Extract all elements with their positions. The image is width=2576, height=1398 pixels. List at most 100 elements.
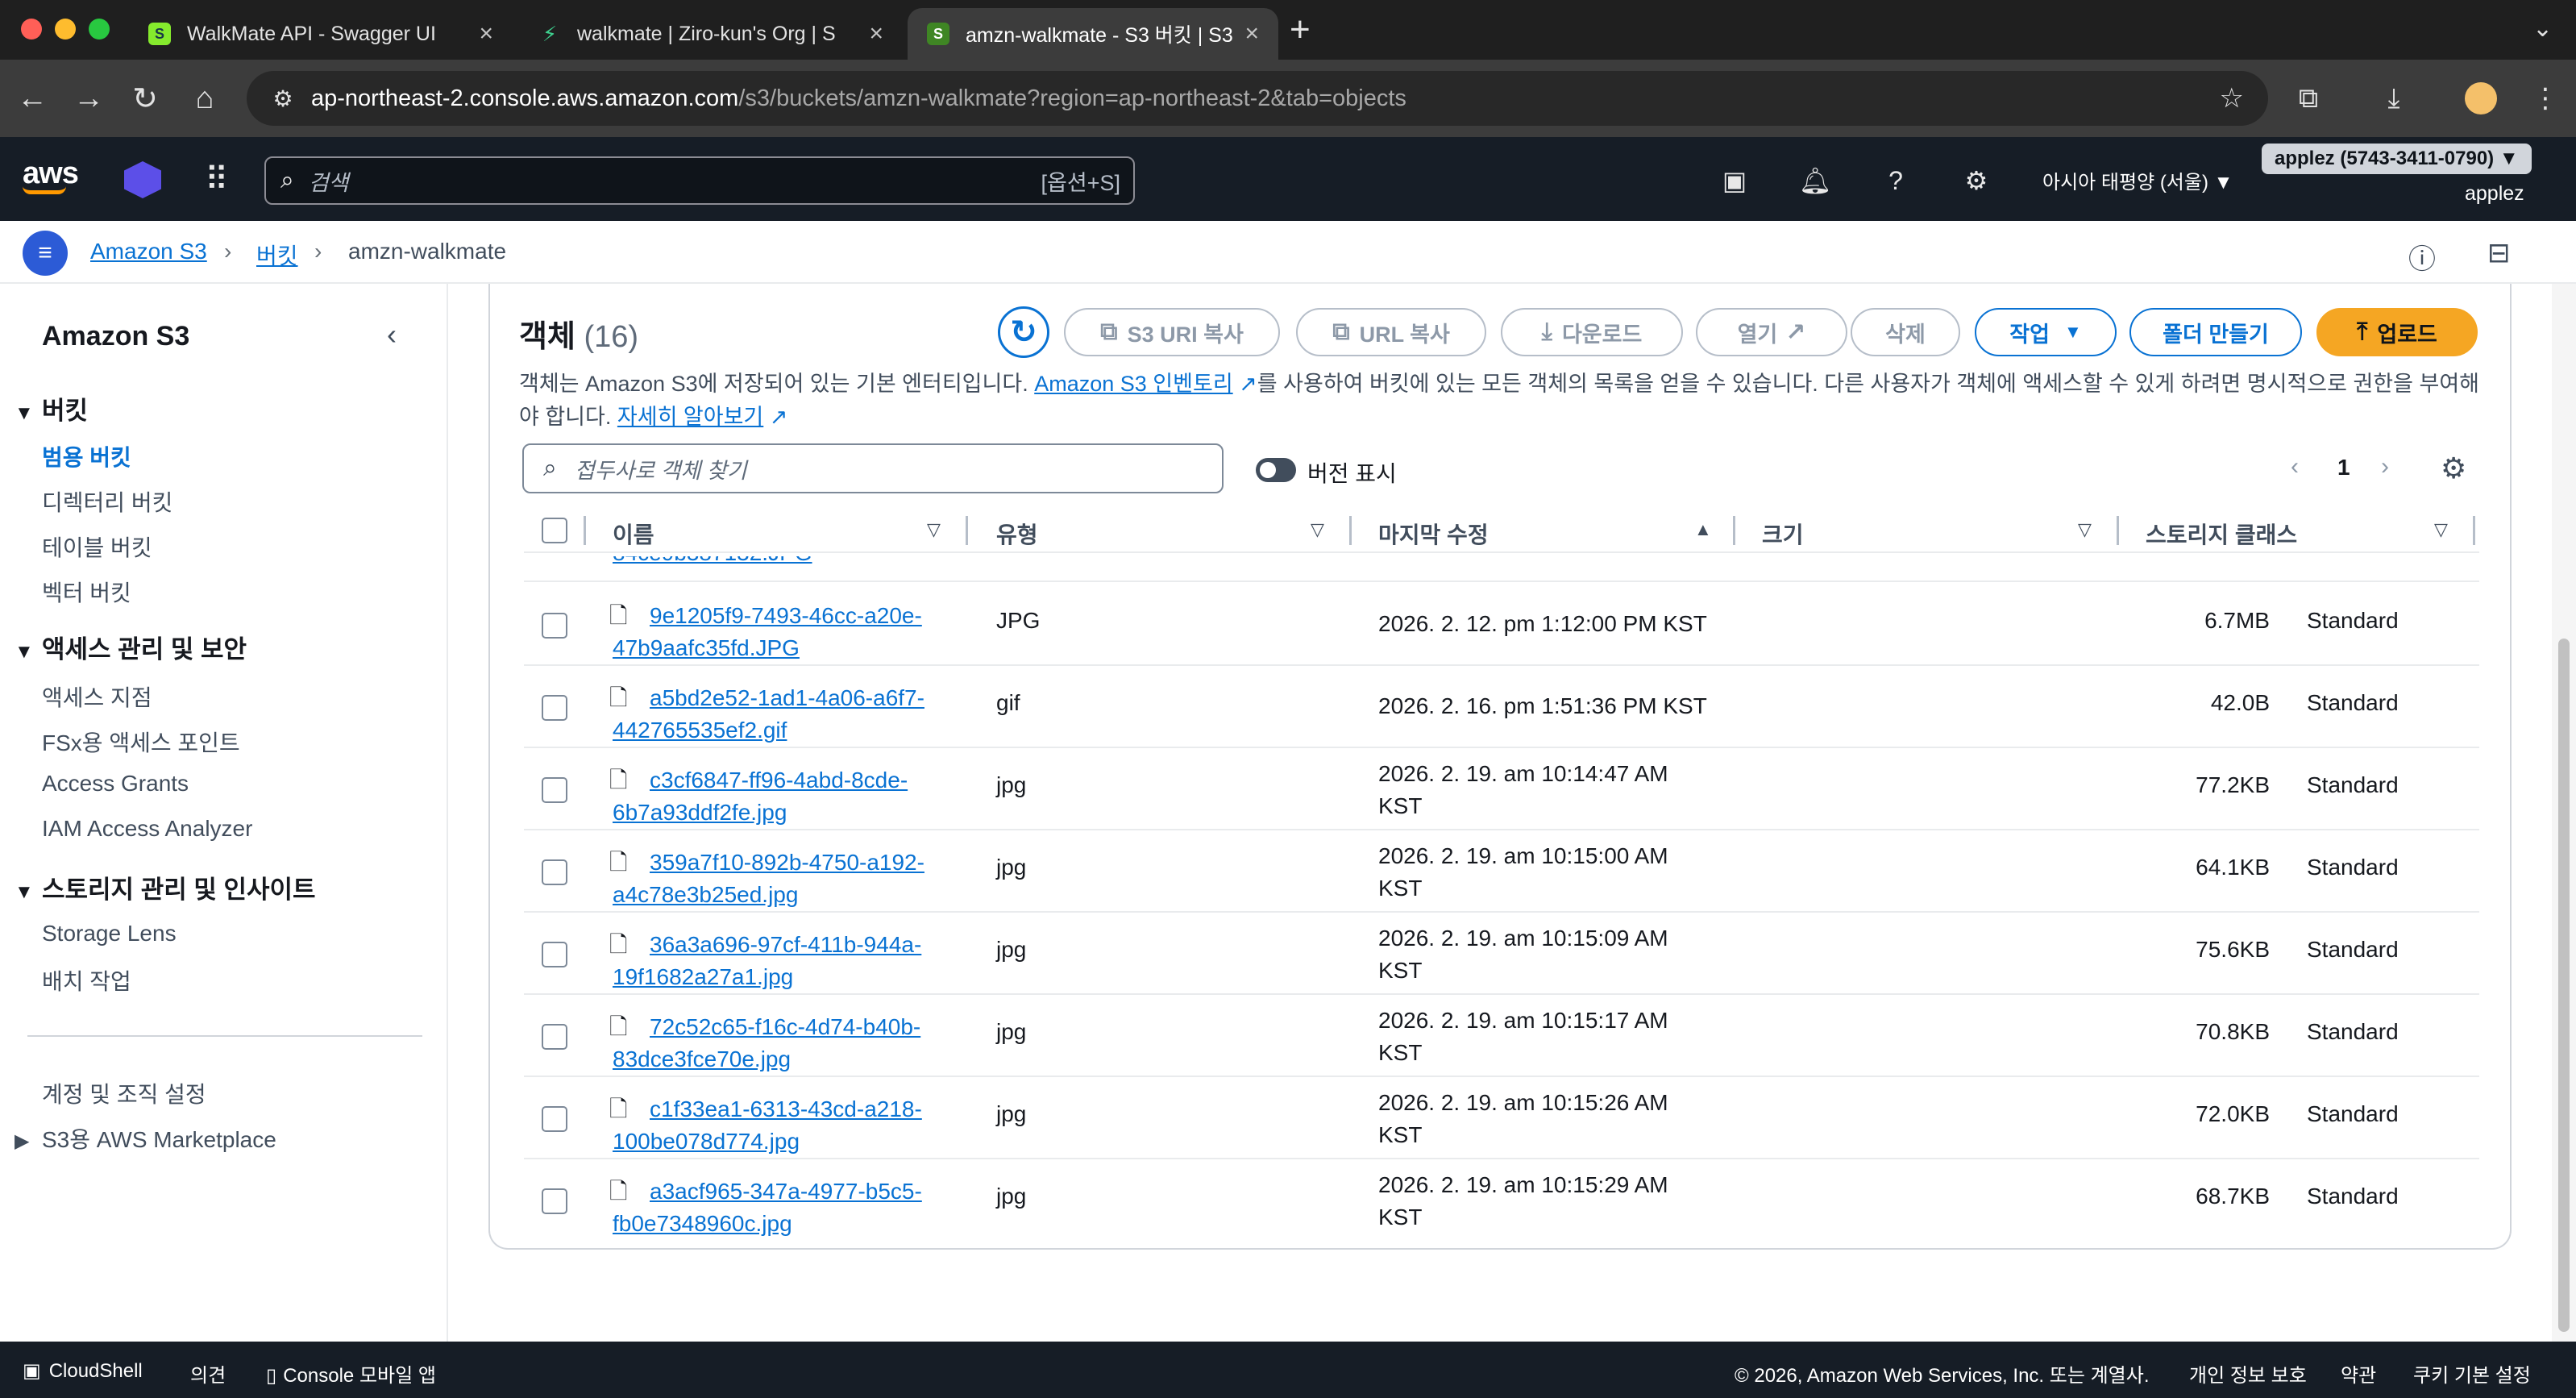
- object-name-line2[interactable]: 442765535ef2.gif: [613, 714, 787, 747]
- sort-icon[interactable]: ▽: [2078, 519, 2092, 540]
- sidebar-item-fsx-access-points[interactable]: FSx용 액세스 포인트: [42, 726, 240, 758]
- scrollbar-thumb[interactable]: [2558, 639, 2570, 1332]
- browser-menu-icon[interactable]: ⋮: [2523, 76, 2568, 121]
- object-name-line1[interactable]: 72c52c65-f16c-4d74-b40b-: [650, 1011, 920, 1043]
- breadcrumb-amazon-s3[interactable]: Amazon S3: [90, 239, 207, 264]
- sidebar-item-table-buckets[interactable]: 테이블 버킷: [42, 530, 152, 563]
- new-tab-button[interactable]: +: [1290, 10, 1311, 50]
- download-icon[interactable]: ⤓: [2371, 76, 2416, 121]
- table-row[interactable]: 🗋 c1f33ea1-6313-43cd-a218- 100be078d774.jp…: [524, 1077, 2479, 1159]
- refresh-button[interactable]: ↻: [998, 306, 1049, 358]
- forward-button[interactable]: →: [66, 76, 111, 121]
- table-row[interactable]: 🗋 c3cf6847-ff96-4abd-8cde- 6b7a93ddf2fe.jp…: [524, 748, 2479, 830]
- browser-tab-supabase[interactable]: ⚡ walkmate | Ziro-kun's Org | S ×: [519, 8, 903, 60]
- object-name-line2[interactable]: a4c78e3b25ed.jpg: [613, 879, 798, 911]
- sidebar-collapse-icon[interactable]: ‹: [387, 318, 397, 352]
- object-name-line2[interactable]: 47b9aafc35fd.JPG: [613, 632, 800, 664]
- address-bar[interactable]: ⚙ ap-northeast-2.console.aws.amazon.com /…: [247, 71, 2268, 126]
- cloudshell-icon[interactable]: ▣: [1717, 163, 1752, 198]
- actions-button[interactable]: 작업 ▼: [1975, 308, 2117, 356]
- row-checkbox[interactable]: [542, 613, 567, 639]
- sort-ascending-icon[interactable]: ▲: [1694, 519, 1712, 540]
- row-checkbox[interactable]: [542, 777, 567, 803]
- object-name-line2[interactable]: fb0e7348960c.jpg: [613, 1208, 792, 1240]
- show-versions-toggle[interactable]: [1256, 458, 1296, 482]
- object-name-line1[interactable]: 9e1205f9-7493-46cc-a20e-: [650, 600, 922, 632]
- sidebar-item-access-points[interactable]: 액세스 지점: [42, 680, 152, 713]
- object-name-line2[interactable]: 83dce3fce70e.jpg: [613, 1043, 791, 1076]
- amazon-q-icon[interactable]: [124, 161, 161, 198]
- sidebar-item-general-buckets[interactable]: 범용 버킷: [42, 440, 131, 472]
- extensions-icon[interactable]: ⧉: [2286, 76, 2331, 121]
- download-button[interactable]: ⤓ 다운로드: [1501, 308, 1683, 356]
- sidebar-item-marketplace[interactable]: ▶ S3용 AWS Marketplace: [15, 1122, 276, 1155]
- column-header-storage-class[interactable]: 스토리지 클래스: [2146, 518, 2297, 550]
- bookmark-star-icon[interactable]: ☆: [2220, 82, 2244, 114]
- select-all-checkbox[interactable]: [542, 518, 567, 543]
- column-header-name[interactable]: 이름: [613, 518, 654, 550]
- create-folder-button[interactable]: 폴더 만들기: [2129, 308, 2302, 356]
- upload-button[interactable]: ⤒ 업로드: [2316, 308, 2478, 356]
- region-selector[interactable]: 아시아 태평양 (서울) ▼: [2042, 166, 2233, 194]
- object-name-line1[interactable]: 36a3a696-97cf-411b-944a-: [650, 929, 921, 961]
- inventory-link[interactable]: Amazon S3 인벤토리: [1034, 372, 1232, 396]
- gear-icon[interactable]: ⚙: [2441, 451, 2466, 485]
- window-maximize-button[interactable]: [89, 19, 110, 40]
- sidebar-section-access[interactable]: ▼ 액세스 관리 및 보안: [15, 629, 247, 665]
- row-checkbox[interactable]: [542, 942, 567, 967]
- row-checkbox[interactable]: [542, 1188, 567, 1214]
- home-button[interactable]: ⌂: [182, 76, 227, 121]
- sidebar-item-storage-lens[interactable]: Storage Lens: [42, 921, 177, 947]
- breadcrumb-buckets[interactable]: 버킷: [256, 239, 298, 271]
- table-row[interactable]: 🗋 72c52c65-f16c-4d74-b40b- 83dce3fce70e.jp…: [524, 995, 2479, 1077]
- sort-icon[interactable]: ▽: [927, 519, 941, 540]
- window-minimize-button[interactable]: [55, 19, 76, 40]
- table-row[interactable]: 🗋 359a7f10-892b-4750-a192- a4c78e3b25ed.jp…: [524, 830, 2479, 913]
- column-header-type[interactable]: 유형: [996, 518, 1038, 550]
- navigation-menu-icon[interactable]: ≡: [23, 231, 68, 276]
- profile-avatar[interactable]: [2458, 76, 2503, 121]
- terms-link[interactable]: 약관: [2341, 1359, 2376, 1388]
- table-row[interactable]: 🗋 9e1205f9-7493-46cc-a20e- 47b9aafc35fd.JP…: [524, 584, 2479, 666]
- cookie-preferences-link[interactable]: 쿠키 기본 설정: [2413, 1359, 2531, 1388]
- sort-icon[interactable]: ▽: [2434, 519, 2448, 540]
- sidebar-item-directory-buckets[interactable]: 디렉터리 버킷: [42, 485, 172, 518]
- sidebar-item-access-grants[interactable]: Access Grants: [42, 771, 189, 797]
- account-badge[interactable]: applez (5743-3411-0790) ▼: [2262, 144, 2532, 174]
- object-name-line2[interactable]: 100be078d774.jpg: [613, 1125, 800, 1158]
- console-search-input[interactable]: ⌕ 검색 [옵션+S]: [264, 156, 1135, 205]
- sidebar-item-account-settings[interactable]: 계정 및 조직 설정: [42, 1077, 206, 1109]
- copy-url-button[interactable]: ⧉ URL 복사: [1296, 308, 1486, 356]
- sidebar-item-batch-operations[interactable]: 배치 작업: [42, 964, 131, 996]
- tab-close-icon[interactable]: ×: [869, 20, 883, 48]
- site-info-icon[interactable]: ⚙: [255, 85, 311, 112]
- object-name-line1[interactable]: 359a7f10-892b-4750-a192-: [650, 847, 924, 879]
- mobile-app-link[interactable]: ▯ Console 모바일 앱: [266, 1359, 436, 1388]
- sidebar-item-iam-access-analyzer[interactable]: IAM Access Analyzer: [42, 816, 252, 842]
- reload-button[interactable]: ↻: [123, 76, 168, 121]
- window-close-button[interactable]: [21, 19, 42, 40]
- table-row[interactable]: 🗋 a3acf965-347a-4977-b5c5- fb0e7348960c.jp…: [524, 1159, 2479, 1240]
- sidebar-section-buckets[interactable]: ▼ 버킷: [15, 390, 88, 426]
- cloudshell-footer-link[interactable]: ▣ CloudShell: [23, 1359, 143, 1383]
- back-button[interactable]: ←: [10, 76, 55, 121]
- services-grid-icon[interactable]: ⠿: [205, 161, 228, 198]
- object-name-line1[interactable]: a5bd2e52-1ad1-4a06-a6f7-: [650, 682, 924, 714]
- learn-more-link[interactable]: 자세히 알아보기: [617, 405, 763, 429]
- prefix-search-input[interactable]: ⌕ 접두사로 객체 찾기: [522, 443, 1224, 493]
- current-page[interactable]: 1: [2337, 455, 2350, 481]
- page-scrollbar[interactable]: [2552, 284, 2576, 1342]
- column-header-size[interactable]: 크기: [1762, 518, 1804, 550]
- settings-gear-icon[interactable]: ⚙: [1959, 163, 1994, 198]
- help-icon[interactable]: ?: [1878, 163, 1913, 198]
- tab-list-chevron-icon[interactable]: ⌄: [2532, 15, 2553, 43]
- delete-button[interactable]: 삭제: [1851, 308, 1960, 356]
- tab-close-icon[interactable]: ×: [1244, 20, 1259, 48]
- object-name-line1[interactable]: a3acf965-347a-4977-b5c5-: [650, 1175, 922, 1208]
- object-name-link[interactable]: 84ce9b387132.JPG: [613, 556, 812, 566]
- browser-tab-s3[interactable]: S amzn-walkmate - S3 버킷 | S3 ×: [908, 8, 1278, 60]
- privacy-link[interactable]: 개인 정보 보호: [2189, 1359, 2307, 1388]
- next-page-icon[interactable]: ›: [2381, 453, 2389, 481]
- object-name-line2[interactable]: 6b7a93ddf2fe.jpg: [613, 797, 787, 829]
- table-row[interactable]: 🗋 36a3a696-97cf-411b-944a- 19f1682a27a1.jp…: [524, 913, 2479, 995]
